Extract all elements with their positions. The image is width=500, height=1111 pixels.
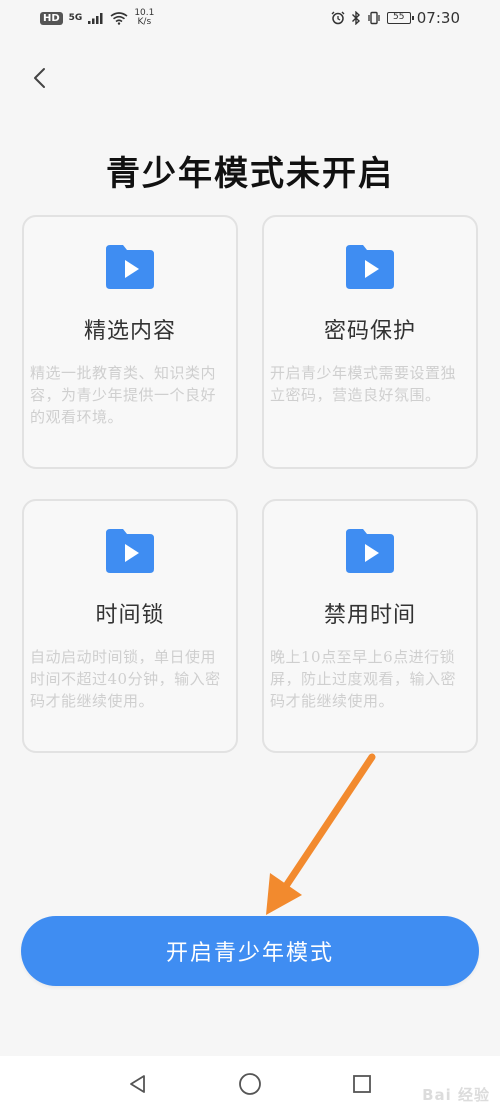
status-right: 55 07:30 bbox=[331, 9, 460, 27]
hd-badge: HD bbox=[40, 11, 63, 25]
home-circle-icon bbox=[239, 1072, 261, 1095]
card-title: 时间锁 bbox=[95, 603, 165, 628]
bluetooth-icon bbox=[351, 11, 360, 25]
chevron-left-icon bbox=[34, 68, 45, 88]
feature-card-timelock: 时间锁 自动启动时间锁，单日使用时间不超过40分钟，输入密码才能继续使用。 bbox=[22, 499, 238, 753]
card-title: 精选内容 bbox=[83, 319, 176, 344]
feature-grid: 精选内容 精选一批教育类、知识类内容，为青少年提供一个良好的观看环境。 密码保护… bbox=[22, 215, 478, 755]
folder-play-icon bbox=[106, 245, 154, 289]
folder-play-icon bbox=[106, 529, 154, 573]
nav-back-button[interactable] bbox=[123, 1069, 153, 1099]
annotation-arrow-icon bbox=[266, 753, 376, 915]
system-nav-bar: Bai 经验 bbox=[0, 1056, 500, 1111]
signal-icon bbox=[88, 13, 103, 24]
status-left: HD 5G 10.1 K/s bbox=[40, 9, 154, 27]
net-speed: 10.1 K/s bbox=[134, 9, 154, 27]
clock: 07:30 bbox=[416, 9, 460, 27]
watermark: Bai 经验 bbox=[422, 1086, 490, 1104]
card-title: 密码保护 bbox=[323, 319, 416, 344]
folder-play-icon bbox=[346, 529, 394, 573]
alarm-icon bbox=[331, 11, 345, 25]
nav-home-button[interactable] bbox=[235, 1069, 265, 1099]
recents-square-icon bbox=[353, 1074, 371, 1093]
net-speed-unit: K/s bbox=[137, 17, 152, 27]
card-title: 禁用时间 bbox=[323, 603, 416, 628]
card-description: 精选一批教育类、知识类内容，为青少年提供一个良好的观看环境。 bbox=[30, 364, 217, 426]
feature-card-content: 精选内容 精选一批教育类、知识类内容，为青少年提供一个良好的观看环境。 bbox=[22, 215, 238, 469]
back-button[interactable] bbox=[22, 60, 58, 96]
network-type: 5G bbox=[68, 13, 83, 23]
page-title: 青少年模式未开启 bbox=[106, 154, 394, 194]
enable-youth-mode-button[interactable]: 开启青少年模式 bbox=[21, 916, 479, 986]
battery-icon: 55 bbox=[386, 12, 414, 24]
card-description: 开启青少年模式需要设置独立密码，营造良好氛围。 bbox=[270, 364, 457, 404]
vibrate-icon bbox=[368, 11, 380, 25]
card-description: 自动启动时间锁，单日使用时间不超过40分钟，输入密码才能继续使用。 bbox=[30, 648, 221, 710]
back-triangle-icon bbox=[130, 1074, 145, 1093]
nav-recents-button[interactable] bbox=[347, 1069, 377, 1099]
feature-card-password: 密码保护 开启青少年模式需要设置独立密码，营造良好氛围。 bbox=[262, 215, 478, 469]
folder-play-icon bbox=[346, 245, 394, 289]
card-description: 晚上10点至早上6点进行锁屏，防止过度观看，输入密码才能继续使用。 bbox=[270, 648, 457, 710]
status-bar: HD 5G 10.1 K/s 55 07:30 bbox=[0, 0, 500, 36]
wifi-icon bbox=[110, 11, 128, 25]
feature-card-curfew: 禁用时间 晚上10点至早上6点进行锁屏，防止过度观看，输入密码才能继续使用。 bbox=[262, 499, 478, 753]
